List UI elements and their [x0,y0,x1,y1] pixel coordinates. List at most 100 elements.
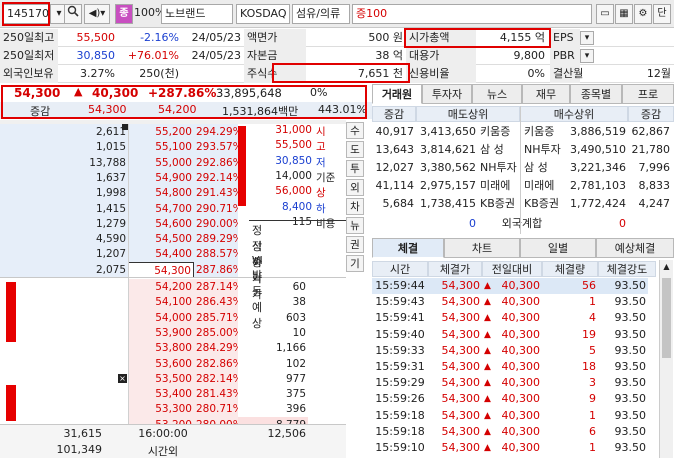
bid-row[interactable]: 53,300280.71%396 [0,401,346,418]
bid-row[interactable]: 54,000285.71%603 [0,309,346,326]
ask-row[interactable]: 1,27954,600290.00% [0,215,250,232]
broker-tab-3[interactable]: 재무 [522,84,570,104]
ask-row[interactable]: 1,63754,900292.14% [0,169,250,186]
broker-divider [520,106,521,234]
trade-tab-2[interactable]: 일별 [520,238,596,258]
summary-label: 하 [316,202,326,215]
ask-row[interactable]: 1,01555,100293.57% [0,139,250,156]
end-button[interactable]: 단 [653,4,671,24]
broker-sell-change: 5,684 [382,197,415,210]
broker-sell-qty: 3,814,621 [420,143,476,156]
collapse-icon-bottom[interactable]: × [118,374,127,383]
broker-buy-name[interactable]: KB증권 [522,196,566,212]
broker-sell-name[interactable]: 키움증 [478,124,522,140]
trade-tab-0[interactable]: 체결 [372,238,444,258]
trade-tab-1[interactable]: 차트 [444,238,520,258]
side-tab-6[interactable]: 권 [346,236,364,253]
broker-tab-5[interactable]: 프로 [622,84,674,104]
turnover-rate: 443.01% [318,103,367,116]
side-tab-7[interactable]: 기 [346,255,364,272]
ask-row[interactable]: 4,59054,500289.29% [0,231,250,248]
scroll-thumb[interactable] [662,278,671,358]
trade-header-2: 전일대비 [482,261,542,277]
info-row: 250일최고 55,500 -2.16% 24/05/23 액면가 500 원 시가총액 4,… [0,29,674,47]
trade-qty: 9 [589,392,596,406]
ask-price: 54,500 [128,231,194,248]
ask-qty: 4,590 [0,231,128,248]
pbr-dropdown-icon[interactable]: ▾ [580,49,594,63]
trade-change: 40,300 [494,278,542,294]
broker-sell-name[interactable]: 삼 성 [478,142,522,158]
trade-table: 시간 체결가 전일대비 체결량 체결강도 15:59:44 54,300 ▲ 40,300 56 9… [372,260,674,458]
broker-buy-change: 21,780 [631,143,671,156]
ask-row[interactable]: 2,07554,300287.86% [0,261,250,278]
bid-row[interactable]: 53,800284.29%1,166 [0,340,346,357]
trade-strength: 93.50 [598,278,648,294]
bid-row[interactable]: 54,100286.43%38 [0,294,346,311]
collapse-icon[interactable] [122,124,128,130]
price-change: 40,300 [92,86,139,100]
up-arrow-icon: ▲ [74,85,83,98]
trade-scrollbar[interactable]: ▲ [659,260,673,458]
broker-tab-0[interactable]: 거래원 [372,84,422,104]
broker-tab-1[interactable]: 투자자 [422,84,472,104]
stock-code-input[interactable]: 145170 [3,4,49,24]
bid-row[interactable]: 53,500282.14%977 [0,370,346,387]
bid-row[interactable]: 54,200287.14%60 [0,279,346,295]
stock-badge: 종 [115,4,133,24]
bid-row[interactable]: 53,400281.43%375 [0,386,346,403]
side-tab-2[interactable]: 투 [346,160,364,177]
ask-price: 55,000 [128,154,194,171]
ask-row[interactable]: 13,78855,000292.86% [0,154,250,171]
summary-label: 기준 [316,171,336,184]
broker-tab-2[interactable]: 뉴스 [472,84,522,104]
broker-table: 증감 매도상위 매수상위 증감 40,917 3,413,650 키움증 키움증 3,886,5… [372,106,674,234]
info-value: 30,850 [76,49,116,62]
broker-sell-qty: 1,738,415 [420,197,476,210]
ask-rate: 291.43% [194,185,238,202]
scroll-up-icon[interactable]: ▲ [662,262,671,272]
info-date [182,65,244,83]
trade-strength: 93.50 [614,424,647,438]
volume-rate: 0% [310,86,328,99]
side-tab-0[interactable]: 수 [346,122,364,139]
ask-row[interactable]: 1,41554,700290.71% [0,200,250,217]
search-icon[interactable] [64,4,82,24]
trade-strength: 93.50 [614,327,647,341]
grid-icon[interactable]: ▦ [615,4,633,24]
broker-sell-name[interactable]: KB증권 [478,196,522,212]
ask-row[interactable]: 1,20754,400288.57% [0,246,250,263]
broker-buy-name[interactable]: 키움증 [522,124,566,140]
broker-buy-name[interactable]: NH투자 [522,142,566,158]
window-icon[interactable]: ▭ [596,4,614,24]
speaker-icon[interactable]: ◀)▾ [84,4,110,24]
bid-qty: 396 [238,401,308,418]
trade-tab-3[interactable]: 예상체결 [596,238,674,258]
broker-sell-name[interactable]: 미래에 [478,178,522,194]
side-tab-5[interactable]: 뉴 [346,217,364,234]
trade-time: 15:59:10 [375,441,425,454]
ask-rate: 287.86% [194,261,238,278]
summary-price: 8,400 [281,200,312,213]
trade-change: 40,300 [501,424,541,438]
side-tab-3[interactable]: 외 [346,179,364,196]
broker-tab-4[interactable]: 종목별 [570,84,622,104]
ask-row[interactable]: 1,99854,800291.43% [0,185,250,202]
ask-qty: 1,415 [0,200,128,217]
bid-row[interactable]: 53,600282.86%102 [0,355,346,372]
grid-line [128,124,129,424]
broker-sell-name[interactable]: NH투자 [478,160,522,176]
eps-dropdown-icon[interactable]: ▾ [580,31,594,45]
ask-rate: 293.57% [194,139,238,156]
bid-rate: 285.71% [194,309,238,326]
gear-icon[interactable]: ⚙ [634,4,652,24]
up-arrow-icon: ▲ [484,378,491,389]
side-tab-4[interactable]: 차 [346,198,364,215]
bid-row[interactable]: 53,900285.00%10 [0,324,346,341]
info-row: 250일최저 30,850 +76.01% 24/05/23 자본금 38 억 대용가 9,8… [0,47,674,65]
broker-buy-name[interactable]: 미래에 [522,178,566,194]
bid-price: 54,100 [128,294,194,311]
bid-rate: 285.00% [194,324,238,341]
broker-buy-name[interactable]: 삼 성 [522,160,566,176]
side-tab-1[interactable]: 도 [346,141,364,158]
